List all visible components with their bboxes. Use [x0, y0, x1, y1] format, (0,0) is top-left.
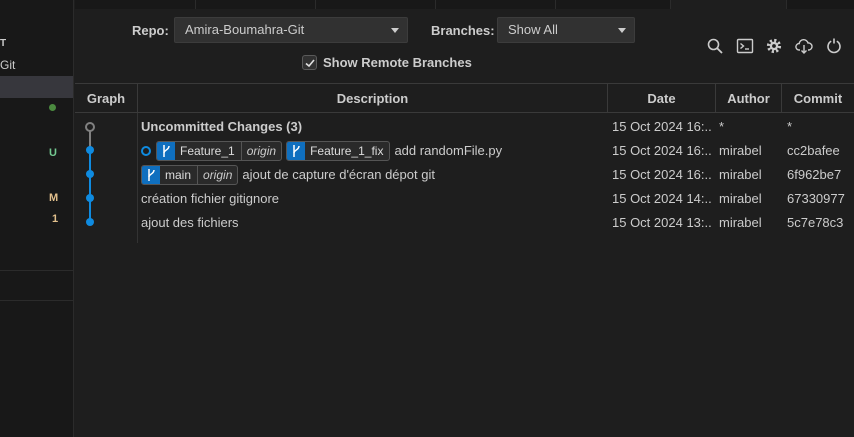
header-date[interactable]: Date — [608, 84, 716, 113]
search-icon[interactable] — [706, 37, 724, 55]
table-row[interactable]: Feature_1 origin Feature_1_fix add rando… — [75, 139, 854, 163]
commit-hash: * — [787, 119, 793, 134]
divider — [0, 270, 73, 271]
branches-select[interactable]: Show All — [497, 17, 635, 43]
repo-select[interactable]: Amira-Boumahra-Git — [174, 17, 408, 43]
status-dot — [49, 104, 56, 111]
cloud-download-icon[interactable] — [795, 37, 813, 55]
commit-author: * — [719, 119, 725, 134]
untracked-badge: U — [49, 147, 57, 159]
repo-label: Repo: — [132, 23, 169, 38]
commit-description: ajout de capture d'écran dépot git — [242, 167, 435, 182]
commit-author: mirabel — [719, 167, 762, 182]
commit-description: création fichier gitignore — [141, 191, 280, 206]
table-row[interactable]: main origin ajout de capture d'écran dép… — [75, 163, 854, 187]
table-row[interactable]: création fichier gitignore 15 Oct 2024 1… — [75, 187, 854, 211]
sidebar-section-title: T — [0, 38, 7, 49]
commit-date: 15 Oct 2024 16:... — [612, 119, 712, 134]
show-remote-branches-label[interactable]: Show Remote Branches — [323, 55, 472, 70]
branch-tag[interactable]: Feature_1 origin — [156, 141, 283, 161]
editor-tab-strip — [75, 0, 854, 9]
chevron-down-icon — [391, 28, 399, 33]
commit-description: add randomFile.py — [394, 143, 503, 158]
header-commit[interactable]: Commit — [782, 84, 854, 113]
tab-git-graph[interactable] — [670, 0, 787, 9]
branch-name: Feature_1_fix — [310, 144, 384, 158]
commit-author: mirabel — [719, 215, 762, 230]
branch-tag[interactable]: Feature_1_fix — [286, 141, 391, 161]
check-icon — [305, 59, 315, 68]
commit-hash: 6f962be7 — [787, 167, 842, 182]
commit-date: 15 Oct 2024 16:... — [612, 143, 712, 158]
header-description[interactable]: Description — [138, 84, 608, 113]
commit-date: 15 Oct 2024 13:... — [612, 215, 712, 230]
branches-label: Branches: — [431, 23, 495, 38]
commit-date: 15 Oct 2024 16:... — [612, 167, 712, 182]
remote-name: origin — [197, 166, 237, 184]
branch-tag[interactable]: main origin — [141, 165, 239, 185]
commit-date: 15 Oct 2024 14:... — [612, 191, 712, 206]
branch-icon — [142, 166, 160, 184]
sidebar-selected-item[interactable] — [0, 76, 73, 98]
modified-badge: M — [49, 192, 59, 204]
head-indicator-icon — [141, 146, 151, 156]
branch-name: Feature_1 — [180, 144, 235, 158]
chevron-down-icon — [618, 28, 626, 33]
commit-hash: 67330977 — [787, 191, 845, 206]
gear-icon[interactable] — [765, 37, 783, 55]
commit-node[interactable] — [86, 170, 94, 178]
commit-node[interactable] — [86, 194, 94, 202]
commit-node[interactable] — [86, 146, 94, 154]
commit-hash: 5c7e78c3 — [787, 215, 844, 230]
sidebar-repo-item[interactable]: Git — [0, 54, 73, 76]
count-badge: 1 — [52, 213, 59, 225]
commit-hash: cc2bafee — [787, 143, 840, 158]
header-graph[interactable]: Graph — [75, 84, 138, 113]
show-remote-branches-checkbox[interactable] — [302, 55, 317, 70]
commit-graph — [85, 122, 95, 226]
branch-icon — [157, 142, 175, 160]
header-author[interactable]: Author — [716, 84, 782, 113]
table-header: Graph Description Date Author Commit — [75, 83, 854, 113]
repo-select-value: Amira-Boumahra-Git — [185, 22, 305, 37]
commit-description: ajout des fichiers — [141, 215, 239, 230]
terminal-icon[interactable] — [736, 37, 754, 55]
branch-icon — [287, 142, 306, 160]
commit-node[interactable] — [86, 218, 94, 226]
uncommitted-node[interactable] — [85, 122, 95, 132]
remote-name: origin — [240, 142, 281, 160]
branch-name: main — [165, 168, 192, 182]
source-control-sidebar: T Git U M 1 — [0, 0, 74, 437]
table-row[interactable]: Uncommitted Changes (3) 15 Oct 2024 16:.… — [75, 115, 854, 139]
divider — [0, 300, 73, 301]
commit-description: Uncommitted Changes (3) — [141, 119, 303, 134]
refresh-icon[interactable] — [825, 37, 843, 55]
commit-author: mirabel — [719, 191, 762, 206]
branches-select-value: Show All — [508, 22, 558, 37]
table-row[interactable]: ajout des fichiers 15 Oct 2024 13:... mi… — [75, 211, 854, 235]
commit-author: mirabel — [719, 143, 762, 158]
